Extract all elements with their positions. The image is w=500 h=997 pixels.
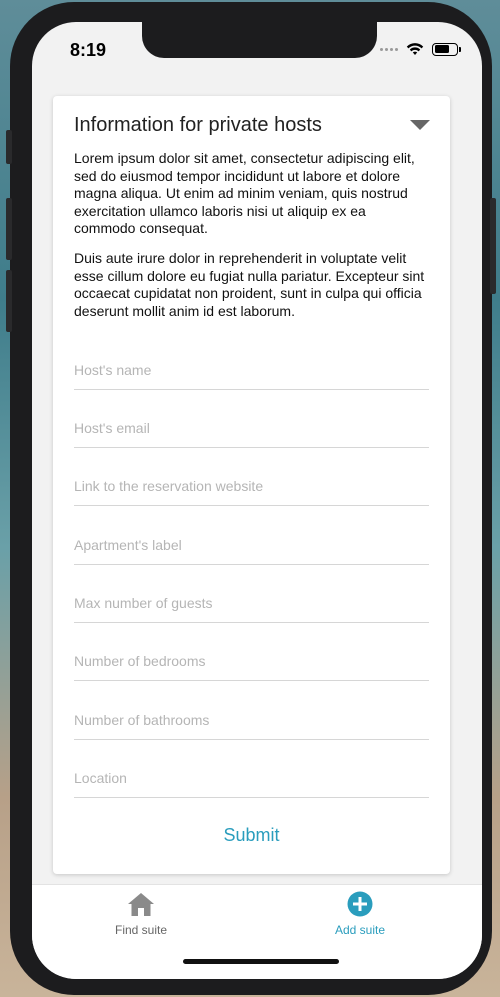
- add-circle-icon: [347, 891, 373, 917]
- power-button: [490, 198, 496, 294]
- host-email-field: [74, 408, 429, 448]
- apartment-label-field: [74, 525, 429, 565]
- mute-switch: [6, 130, 12, 164]
- collapse-caret-icon[interactable]: [410, 120, 430, 130]
- card-header[interactable]: Information for private hosts: [74, 114, 430, 144]
- location-input[interactable]: [74, 758, 429, 786]
- max-guests-field: [74, 583, 429, 623]
- tab-find-suite-label: Find suite: [114, 923, 168, 937]
- host-email-input[interactable]: [74, 408, 429, 436]
- home-indicator[interactable]: [183, 959, 339, 964]
- home-icon: [128, 893, 154, 916]
- cellular-signal-icon: [380, 47, 398, 51]
- submit-button[interactable]: Submit: [53, 825, 450, 846]
- location-field: [74, 758, 429, 798]
- bathrooms-input[interactable]: [74, 700, 429, 728]
- host-name-input[interactable]: [74, 350, 429, 378]
- bathrooms-field: [74, 700, 429, 740]
- host-name-field: [74, 350, 429, 390]
- tab-add-suite[interactable]: Add suite: [300, 891, 420, 937]
- bedrooms-input[interactable]: [74, 641, 429, 669]
- intro-paragraph-2: Duis aute irure dolor in reprehenderit i…: [74, 250, 425, 319]
- tab-add-suite-label: Add suite: [334, 923, 386, 937]
- volume-up-button: [6, 198, 12, 260]
- status-icons: [380, 42, 461, 56]
- tab-bar: Find suite Add suite: [32, 884, 482, 979]
- battery-icon: [432, 42, 461, 56]
- max-guests-input[interactable]: [74, 583, 429, 611]
- card-title: Information for private hosts: [74, 114, 322, 136]
- screen: 8:19 Information for private hosts Lorem…: [32, 22, 482, 979]
- apartment-label-input[interactable]: [74, 525, 429, 553]
- intro-paragraph-1: Lorem ipsum dolor sit amet, consectetur …: [74, 150, 415, 237]
- phone-frame: 8:19 Information for private hosts Lorem…: [6, 2, 496, 995]
- reservation-link-field: [74, 466, 429, 506]
- reservation-link-input[interactable]: [74, 466, 429, 494]
- volume-down-button: [6, 270, 12, 332]
- bedrooms-field: [74, 641, 429, 681]
- host-info-card: Information for private hosts Lorem ipsu…: [53, 96, 450, 874]
- wifi-icon: [406, 43, 424, 55]
- tab-find-suite[interactable]: Find suite: [81, 891, 201, 937]
- status-time: 8:19: [70, 40, 107, 60]
- notch: [142, 22, 377, 58]
